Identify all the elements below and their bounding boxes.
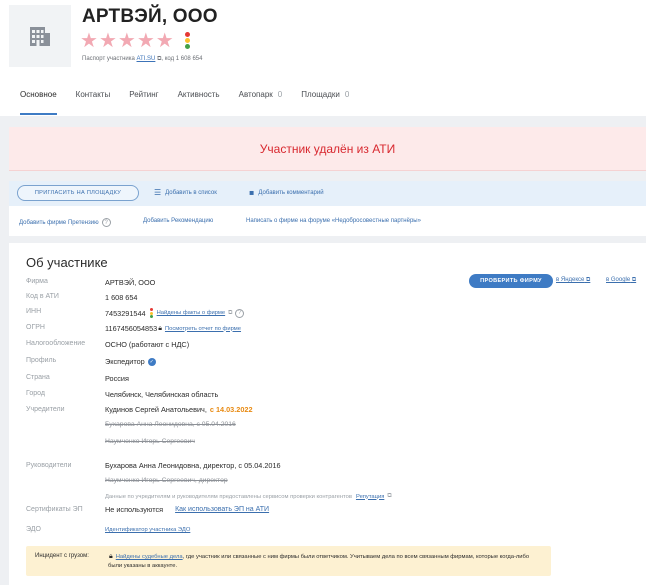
field-label: ЭДО <box>26 526 41 533</box>
reputation-link[interactable]: Репутация <box>356 494 384 500</box>
head-current: Бухарова Анна Леонидовна, директор, с 05… <box>105 461 281 470</box>
field-value: Челябинск, Челябинская область <box>105 390 219 399</box>
tab-activity[interactable]: Активность <box>178 88 220 116</box>
tab-fleet[interactable]: Автопарк 0 <box>239 88 283 116</box>
tab-contacts[interactable]: Контакты <box>76 88 111 116</box>
field-label: Страна <box>26 374 50 381</box>
field-value: 1 608 654 <box>105 293 138 302</box>
actions-bar: ПРИГЛАСИТЬ НА ПЛОЩАДКУ ☰ Добавить в списо… <box>9 181 646 206</box>
company-header: АРТВЭЙ, ООО ★ ★ ★ ★ ★ Паспорт участника … <box>0 0 646 116</box>
yandex-link[interactable]: в Яндексе ⧉ <box>556 277 590 284</box>
add-comment-button[interactable]: ▪ Добавить комментарий <box>249 188 324 197</box>
external-link-icon: ⧉ <box>387 493 392 499</box>
facts-link[interactable]: Найдены факты о фирме <box>157 310 226 316</box>
tab-bar: Основное Контакты Рейтинг Активность Авт… <box>0 88 646 116</box>
field-label: Город <box>26 390 45 397</box>
actions-links: Добавить фирме Претензию? Добавить Реком… <box>9 206 646 236</box>
tab-rating[interactable]: Рейтинг <box>129 88 158 116</box>
rating-stars[interactable]: ★ ★ ★ ★ ★ <box>80 30 191 50</box>
incident-text: 🔒︎ Найдены судебные дела, где участник ил… <box>108 552 530 569</box>
inn-value: 7453291544 Найдены факты о фирме ⧉ ? <box>105 308 245 319</box>
field-label: Руководители <box>26 462 72 469</box>
how-to-use-ep-link[interactable]: Как использовать ЭП на АТИ <box>175 506 269 513</box>
cert-value: Не используются Как использовать ЭП на А… <box>105 505 270 514</box>
profile-value: Экспедитор ✓ <box>105 357 156 366</box>
check-firm-button[interactable]: ПРОВЕРИТЬ ФИРМУ <box>469 274 553 288</box>
ogrn-value: 1167456054853 🔒︎ Посмотреть отчет по фир… <box>105 324 242 333</box>
field-value: Россия <box>105 374 129 383</box>
head-former: Наумченко Игорь Сергеевич, директор <box>105 477 228 484</box>
field-label: ОГРН <box>26 324 45 331</box>
traffic-light-icon <box>149 308 153 319</box>
forum-link[interactable]: Написать о фирме на форуме «Недобросовес… <box>246 218 421 224</box>
lock-icon: 🔒︎ <box>158 324 162 332</box>
external-link-icon: ⧉ <box>228 309 233 316</box>
incident-label: Инцидент с грузом: <box>35 553 89 559</box>
data-source-note: Данные по учредителям и руководителям пр… <box>105 493 392 500</box>
founder-current: Кудинов Сергей Анатольевич, с 14.03.2022 <box>105 405 253 414</box>
about-section: Об участнике ПРОВЕРИТЬ ФИРМУ в Яндексе ⧉… <box>9 243 646 585</box>
company-title: АРТВЭЙ, ООО <box>82 6 218 27</box>
section-title: Об участнике <box>26 255 108 270</box>
field-label: Код в АТИ <box>26 293 59 300</box>
passport-line: Паспорт участника ATI.SU ⧉, код 1 608 65… <box>82 56 203 62</box>
field-label: Учредители <box>26 406 65 413</box>
edo-id-link[interactable]: Идентификатор участника ЭДО <box>105 527 190 533</box>
report-link[interactable]: Посмотреть отчет по фирме <box>165 326 241 332</box>
add-to-list-button[interactable]: ☰ Добавить в список <box>154 188 217 197</box>
founder-former: Бухарова Анна Леонидовна, с 05.04.2016 <box>105 421 236 428</box>
court-cases-link[interactable]: Найдены судебные дела <box>116 554 183 560</box>
incident-notice: Инцидент с грузом: 🔒︎ Найдены судебные де… <box>26 546 551 576</box>
star-icon: ★ <box>80 28 98 52</box>
field-label: Налогообложение <box>26 340 86 347</box>
traffic-light-icon[interactable] <box>185 31 191 49</box>
invite-to-platform-button[interactable]: ПРИГЛАСИТЬ НА ПЛОЩАДКУ <box>17 185 139 201</box>
founder-former: Наумченко Игорь Сергеевич <box>105 438 195 445</box>
add-claim-link[interactable]: Добавить фирме Претензию? <box>19 218 111 227</box>
field-value: ОСНО (работают с НДС) <box>105 340 190 349</box>
tab-main[interactable]: Основное <box>20 88 57 116</box>
help-icon[interactable]: ? <box>101 218 111 227</box>
add-recommendation-link[interactable]: Добавить Рекомендацию <box>143 218 213 224</box>
field-label: ИНН <box>26 308 42 315</box>
star-icon: ★ <box>117 28 136 52</box>
verified-icon: ✓ <box>147 357 156 366</box>
google-link[interactable]: в Google ⧉ <box>606 277 636 284</box>
passport-link[interactable]: ATI.SU <box>137 56 156 62</box>
lock-icon: 🔒︎ <box>109 552 113 560</box>
help-icon[interactable]: ? <box>235 308 245 318</box>
edo-value: Идентификатор участника ЭДО <box>105 527 190 533</box>
star-icon: ★ <box>98 28 117 52</box>
star-icon: ★ <box>155 28 174 52</box>
comment-icon: ▪ <box>249 188 255 197</box>
star-icon: ★ <box>136 28 155 52</box>
removed-banner: Участник удалён из АТИ <box>9 127 646 171</box>
field-label: Профиль <box>26 357 57 364</box>
tab-platforms[interactable]: Площадки 0 <box>301 88 349 116</box>
building-icon <box>30 27 50 46</box>
removed-banner-text: Участник удалён из АТИ <box>259 141 396 156</box>
field-label: Сертификаты ЭП <box>26 506 83 513</box>
field-label: Фирма <box>26 278 48 285</box>
list-icon: ☰ <box>154 188 162 197</box>
company-logo <box>9 5 71 67</box>
field-value: АРТВЭЙ, ООО <box>105 278 156 287</box>
